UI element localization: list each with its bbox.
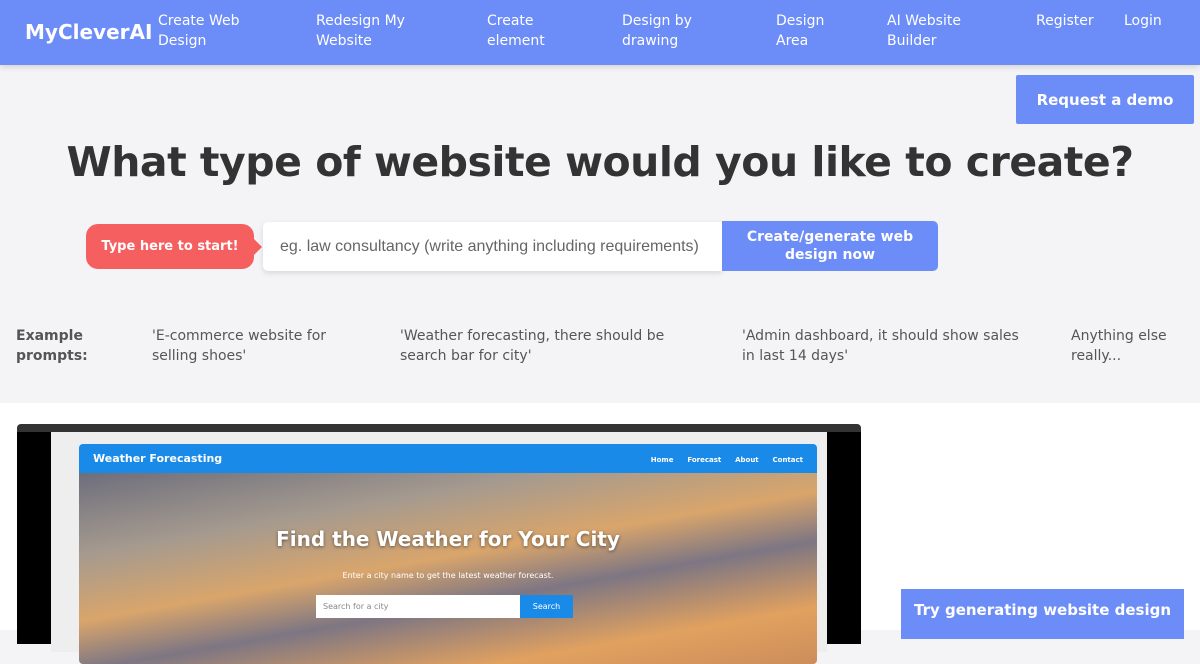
example-prompt[interactable]: 'Weather forecasting, there should be se… [400,326,670,366]
example-prompts-label: Example prompts: [16,328,88,364]
nav-login[interactable]: Login [1124,11,1174,31]
page-title: What type of website would you like to c… [66,138,1134,186]
preview-navbar: Weather Forecasting Home Forecast About … [79,444,817,473]
example-prompt[interactable]: Anything else really... [1071,326,1181,366]
nav-ai-website-builder[interactable]: AI Website Builder [887,11,977,51]
preview-nav-home: Home [650,456,674,464]
preview-monitor: Weather Forecasting Home Forecast About … [17,424,861,664]
nav-design-area[interactable]: Design Area [776,11,836,51]
top-navbar: MyCleverAI Create Web Design Redesign My… [0,0,1200,65]
preview-nav-forecast: Forecast [687,456,722,464]
preview-search-button: Search [520,595,573,618]
website-prompt-input[interactable] [263,222,722,271]
preview-nav-contact: Contact [772,456,804,464]
nav-redesign-website[interactable]: Redesign My Website [316,11,426,51]
request-demo-button[interactable]: Request a demo [1016,75,1194,124]
preview-title: Find the Weather for Your City [276,527,620,551]
try-generating-button[interactable]: Try generating website design [901,589,1184,639]
logo[interactable]: MyCleverAI [25,20,152,44]
example-prompt[interactable]: 'E-commerce website for selling shoes' [152,326,352,366]
preview-search-input: Search for a city [316,595,520,618]
nav-create-element[interactable]: Create element [487,11,557,51]
preview-website: Weather Forecasting Home Forecast About … [79,444,817,664]
preview-hero-image: Find the Weather for Your City Enter a c… [79,473,817,664]
type-here-tag: Type here to start! [86,224,262,269]
preview-nav-about: About [735,456,759,464]
preview-brand: Weather Forecasting [93,452,223,465]
nav-create-web-design[interactable]: Create Web Design [158,11,268,51]
example-prompt[interactable]: 'Admin dashboard, it should show sales i… [742,326,1032,366]
generate-button[interactable]: Create/generate web design now [722,221,938,271]
preview-subtitle: Enter a city name to get the latest weat… [342,571,554,580]
nav-design-by-drawing[interactable]: Design by drawing [622,11,712,51]
